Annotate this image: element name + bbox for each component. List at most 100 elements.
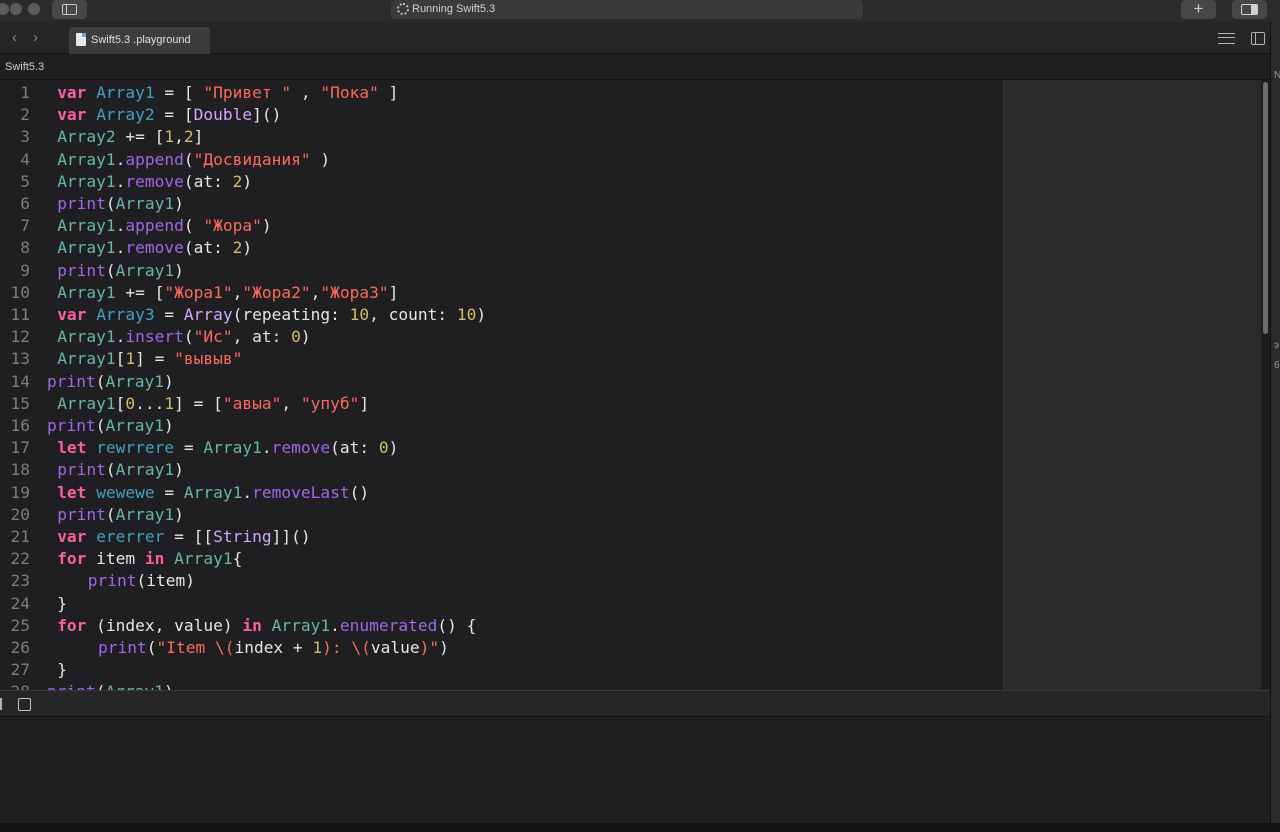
code-token: print [87,571,137,591]
code-line[interactable]: 9 print(Array1) [0,260,1003,282]
code-token: item [86,549,145,569]
code-text[interactable]: print(Array1) [47,681,174,690]
code-line[interactable]: 17 let rewrrere = Array1.remove(at: 0) [0,437,1003,459]
code-text[interactable]: print(Array1) [57,504,184,526]
code-token: , [310,282,321,302]
code-token: ) [261,216,272,236]
code-token: Array1 [57,149,116,169]
code-text[interactable]: var ererrer = [[String]]() [57,526,310,548]
line-number: 26 [10,638,31,657]
edge-text-fragment: N [1274,70,1280,81]
edge-text-fragment: э [1274,340,1280,351]
code-line[interactable]: 3 Array2 += [1,2] [0,126,1003,148]
code-text[interactable]: print("Item \(index + 1): \(value)") [98,637,449,659]
code-token: , count: [369,305,457,324]
code-line[interactable]: 21 var ererrer = [[String]]() [0,526,1003,548]
scrollbar-thumb[interactable] [1263,82,1268,334]
code-line[interactable]: 26 print("Item \(index + 1): \(value)") [0,637,1003,659]
code-text[interactable]: var Array2 = [Double]() [57,104,281,126]
zoom-window-icon[interactable] [28,3,40,15]
code-line[interactable]: 7 Array1.append( "Жора") [0,215,1003,237]
minimize-window-icon[interactable] [10,3,22,15]
code-text[interactable]: let wewewe = Array1.removeLast() [57,482,369,504]
code-token: ] [378,83,399,102]
code-text[interactable]: Array1.append("Досвидания" ) [57,149,330,171]
code-line[interactable]: 20 print(Array1) [0,504,1003,526]
code-line[interactable]: 13 Array1[1] = "вывыв" [0,348,1003,370]
code-line[interactable]: 5 Array1.remove(at: 2) [0,171,1003,193]
code-text[interactable]: Array1.append( "Жора") [57,215,271,237]
back-arrow-icon[interactable]: ‹ [12,29,17,46]
code-token: Array1 [271,615,331,635]
code-text[interactable]: print(Array1) [57,193,184,215]
library-add-button[interactable]: + [1181,0,1216,19]
code-line[interactable]: 22 for item in Array1{ [0,548,1003,570]
code-text[interactable]: var Array3 = Array(repeating: 10, count:… [57,304,486,326]
debug-area-toggle-icon[interactable] [0,698,2,710]
code-text[interactable]: Array1[0...1] = ["авыа", "упуб"] [57,393,369,415]
code-line[interactable]: 15 Array1[0...1] = ["авыа", "упуб"] [0,393,1003,415]
code-text[interactable]: print(item) [88,570,195,592]
code-text[interactable]: Array1.remove(at: 2) [57,237,252,259]
code-text[interactable]: print(Array1) [47,371,174,393]
navigator-toggle-button[interactable] [52,0,87,19]
code-line[interactable]: 16 print(Array1) [0,415,1003,437]
code-line[interactable]: 6 print(Array1) [0,193,1003,215]
code-token: = [174,438,204,458]
add-editor-icon[interactable] [1251,32,1265,45]
code-token: ( [105,504,116,524]
code-text[interactable]: Array1.remove(at: 2) [57,171,252,193]
editor-scrollbar[interactable] [1261,80,1270,690]
tab-swift-playground[interactable]: Swift5.3 .playground [69,27,210,54]
code-line[interactable]: 14 print(Array1) [0,371,1003,393]
editor-options-icon[interactable] [1218,33,1235,44]
code-line[interactable]: 24} [0,593,1003,615]
code-text[interactable]: for (index, value) in Array1.enumerated(… [57,615,476,637]
code-token: ( [183,216,204,236]
code-text[interactable]: for item in Array1{ [57,548,242,570]
inspector-toggle-button[interactable] [1232,0,1267,19]
line-number: 23 [10,571,31,591]
code-line[interactable]: 23 print(item) [0,570,1003,592]
code-line[interactable]: 18 print(Array1) [0,459,1003,481]
code-token: . [261,438,272,458]
code-line[interactable]: 4 Array1.append("Досвидания" ) [0,149,1003,171]
code-line[interactable]: 10 Array1 += ["Жора1","Жора2","Жора3"] [0,282,1003,304]
code-token: insert [125,327,184,347]
code-text[interactable]: print(Array1) [57,459,184,481]
code-line[interactable]: 27} [0,659,1003,681]
console-output[interactable] [0,717,1270,823]
code-token: ( [183,149,194,169]
code-line[interactable]: 11 var Array3 = Array(repeating: 10, coun… [0,304,1003,326]
code-token: "вывыв" [174,349,243,369]
code-line[interactable]: 28 print(Array1) [0,681,1003,690]
close-window-icon[interactable] [0,3,9,15]
jump-bar: Swift5.3 [0,54,1270,80]
code-text[interactable]: Array1.insert("Ис", at: 0) [57,326,310,348]
code-text[interactable]: var Array1 = [ "Привет " , "Пока" ] [57,82,398,104]
code-line[interactable]: 2 var Array2 = [Double]() [0,104,1003,126]
code-text[interactable]: print(Array1) [57,260,184,282]
forward-arrow-icon[interactable]: › [33,29,38,46]
code-text[interactable]: Array1 += ["Жора1","Жора2","Жора3"] [57,282,398,304]
code-line[interactable]: 12 Array1.insert("Ис", at: 0) [0,326,1003,348]
code-line[interactable]: 19 let wewewe = Array1.removeLast() [0,482,1003,504]
code-text[interactable]: } [57,659,67,681]
code-token: ) [300,327,311,347]
code-token: Array1 [57,349,116,369]
code-text[interactable]: Array1[1] = "вывыв" [57,348,242,370]
code-line[interactable]: 8 Array1.remove(at: 2) [0,237,1003,259]
code-text[interactable]: let rewrrere = Array1.remove(at: 0) [57,437,398,459]
code-token: ) [174,504,184,524]
code-text[interactable]: print(Array1) [47,415,174,437]
source-editor[interactable]: 1 var Array1 = [ "Привет " , "Пока" ] 2 var… [0,80,1003,690]
code-line[interactable]: 25 for (index, value) in Array1.enumerate… [0,615,1003,637]
code-line[interactable]: 1 var Array1 = [ "Привет " , "Пока" ] [0,82,1003,104]
code-text[interactable]: Array2 += [1,2] [57,126,203,148]
console-toggle-icon[interactable] [18,698,31,711]
code-text[interactable]: } [57,593,67,615]
code-token: ]() [252,105,282,125]
breadcrumb[interactable]: Swift5.3 [5,61,44,73]
